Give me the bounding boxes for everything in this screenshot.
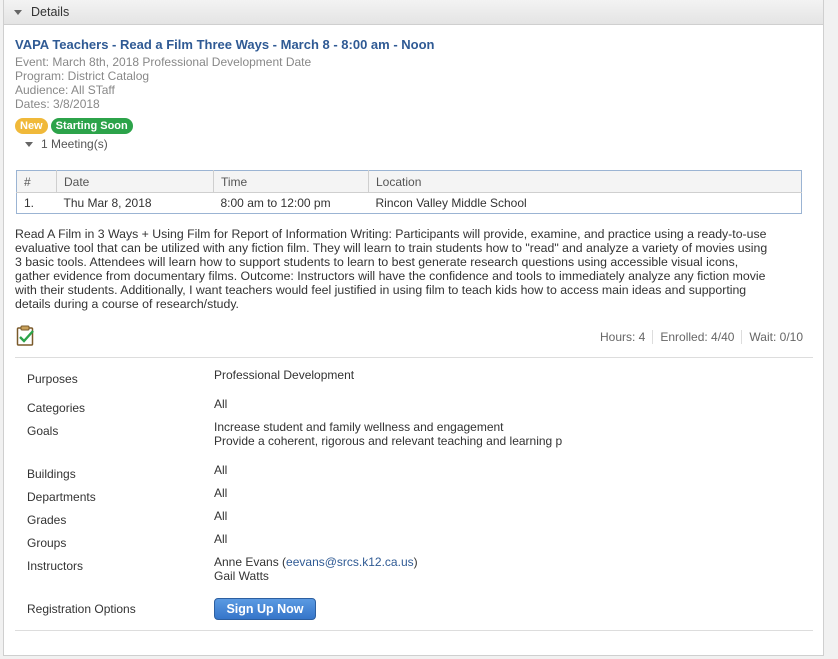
departments-label: Departments — [27, 490, 96, 504]
table-row: 1. Thu Mar 8, 2018 8:00 am to 12:00 pm R… — [17, 193, 802, 214]
instructor-email-close: ) — [413, 555, 418, 569]
description-line: details during a course of research/stud… — [15, 296, 239, 311]
panel-header-title: Details — [31, 5, 70, 19]
collapse-triangle-icon[interactable] — [14, 9, 22, 15]
stat-divider — [741, 330, 743, 344]
instructor-email-link[interactable]: eevans@srcs.k12.ca.us — [286, 555, 414, 569]
departments-value: All — [214, 486, 228, 500]
meetings-chevron-down-icon[interactable] — [25, 141, 33, 147]
description-line: 3 basic tools. Attendees will learn how … — [15, 254, 739, 269]
groups-label: Groups — [27, 536, 67, 550]
status-badges: New Starting Soon — [15, 118, 133, 134]
grades-value: All — [214, 509, 228, 523]
hours-stat: Hours: 4 — [600, 330, 646, 344]
meeting-time: 8:00 am to 12:00 pm — [220, 196, 331, 210]
instructor-item: Anne Evans (eevans@srcs.k12.ca.us) — [214, 555, 418, 569]
instructors-values: Anne Evans (eevans@srcs.k12.ca.us) Gail … — [214, 555, 418, 583]
buildings-value: All — [214, 463, 228, 477]
event-line: Event: March 8th, 2018 Professional Deve… — [15, 55, 312, 69]
audience-line: Audience: All STaff — [15, 83, 115, 97]
groups-value: All — [214, 532, 228, 546]
purposes-label: Purposes — [27, 372, 78, 386]
clipboard-check-icon[interactable] — [16, 325, 35, 346]
starting-soon-badge: Starting Soon — [50, 118, 133, 134]
program-line: Program: District Catalog — [15, 69, 150, 83]
new-badge: New — [15, 118, 48, 134]
meeting-number: 1. — [24, 196, 35, 210]
meetings-table-header-row: # Date Time Location — [16, 170, 802, 193]
goals-label: Goals — [27, 424, 59, 438]
course-title[interactable]: VAPA Teachers - Read a Film Three Ways -… — [15, 37, 435, 52]
meeting-date: Thu Mar 8, 2018 — [63, 196, 152, 210]
details-panel-header[interactable]: Details — [4, 0, 823, 25]
instructor-item: Gail Watts — [214, 569, 269, 583]
instructors-label: Instructors — [27, 559, 84, 573]
col-header-date: Date — [56, 170, 214, 193]
sign-up-button[interactable]: Sign Up Now — [214, 598, 316, 620]
instructor-name: Anne Evans ( — [214, 555, 287, 569]
details-panel: Details VAPA Teachers - Read a Film Thre… — [3, 0, 824, 656]
meetings-toggle[interactable]: 1 Meeting(s) — [25, 137, 108, 151]
description-line: Read A Film in 3 Ways + Using Film for R… — [15, 227, 767, 241]
purposes-value: Professional Development — [214, 368, 355, 382]
meetings-count-label: 1 Meeting(s) — [41, 137, 108, 151]
col-header-location: Location — [368, 170, 802, 193]
course-description: Read A Film in 3 Ways + Using Film for R… — [15, 227, 815, 311]
buildings-label: Buildings — [27, 467, 76, 481]
goal-item: Increase student and family wellness and… — [214, 420, 504, 434]
description-line: gather evidence from documentary films. … — [15, 268, 766, 283]
divider — [15, 357, 813, 358]
categories-value: All — [214, 397, 228, 411]
enrolled-stat: Enrolled: 4/40 — [660, 330, 735, 344]
registration-label: Registration Options — [27, 602, 136, 616]
divider — [15, 630, 813, 631]
description-line: with their students. Additionally, I wan… — [15, 282, 747, 297]
grades-label: Grades — [27, 513, 67, 527]
dates-line: Dates: 3/8/2018 — [15, 97, 100, 111]
course-stats: Hours: 4 Enrolled: 4/40 Wait: 0/10 — [600, 330, 803, 344]
categories-label: Categories — [27, 401, 86, 415]
wait-stat: Wait: 0/10 — [749, 330, 803, 344]
meetings-table: # Date Time Location 1. Thu Mar 8, 2018 … — [16, 170, 802, 214]
stat-divider — [652, 330, 654, 344]
meeting-location: Rincon Valley Middle School — [375, 196, 527, 210]
col-header-time: Time — [213, 170, 369, 193]
description-line: evaluative tool that can be utilized wit… — [15, 240, 768, 255]
col-header-number: # — [16, 170, 57, 193]
goal-item: Provide a coherent, rigorous and relevan… — [214, 434, 563, 448]
goals-values: Increase student and family wellness and… — [214, 420, 562, 448]
